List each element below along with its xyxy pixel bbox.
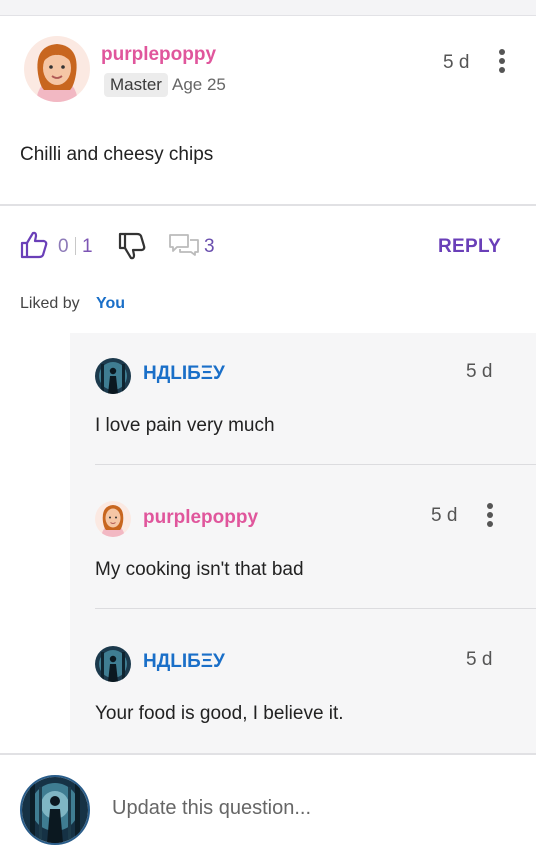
current-user-avatar[interactable] bbox=[20, 775, 90, 845]
reply-time: 5 d bbox=[466, 361, 493, 382]
reply-item: НДLIБΞУ 5 d Your food is good, I believe… bbox=[70, 609, 536, 753]
reply-item: purplepoppy 5 d My cooking isn't that ba… bbox=[70, 465, 536, 609]
comment-count: 3 bbox=[204, 236, 215, 257]
post-text: Chilli and cheesy chips bbox=[20, 144, 214, 165]
count-divider bbox=[75, 237, 76, 255]
user-avatar[interactable] bbox=[24, 36, 90, 102]
top-bar bbox=[0, 0, 536, 16]
reply-text: My cooking isn't that bad bbox=[95, 559, 304, 580]
liked-by-user[interactable]: You bbox=[96, 295, 125, 313]
liked-by-label: Liked by bbox=[20, 295, 80, 312]
reply-time: 5 d bbox=[431, 505, 458, 526]
question-post: purplepoppy Master Age 25 5 d Chilli and… bbox=[0, 16, 536, 206]
user-age: Age 25 bbox=[172, 75, 226, 94]
reply-time: 5 d bbox=[466, 649, 493, 670]
reply-button[interactable]: REPLY bbox=[438, 236, 501, 258]
replies-thread: НДLIБΞУ 5 d I love pain very much purple… bbox=[70, 333, 536, 753]
reply-avatar[interactable] bbox=[95, 646, 131, 682]
comments-icon[interactable] bbox=[168, 233, 200, 262]
reply-username[interactable]: НДLIБΞУ bbox=[143, 363, 225, 385]
update-question-input[interactable] bbox=[112, 793, 512, 823]
reply-avatar[interactable] bbox=[95, 358, 131, 394]
reply-text: I love pain very much bbox=[95, 415, 275, 436]
reply-username[interactable]: purplepoppy bbox=[143, 507, 258, 529]
reply-avatar[interactable] bbox=[95, 501, 131, 537]
thumbs-down-icon[interactable] bbox=[118, 231, 146, 266]
liked-count: 1 bbox=[82, 236, 93, 257]
thumbs-up-icon[interactable] bbox=[20, 230, 48, 265]
more-options-icon[interactable] bbox=[498, 49, 506, 75]
reply-item: НДLIБΞУ 5 d I love pain very much bbox=[70, 333, 536, 465]
answer-composer bbox=[0, 753, 536, 858]
like-count: 0 bbox=[58, 236, 69, 257]
reply-text: Your food is good, I believe it. bbox=[95, 703, 344, 724]
rank-badge: Master bbox=[104, 73, 168, 97]
more-options-icon[interactable] bbox=[486, 503, 494, 529]
reply-username[interactable]: НДLIБΞУ bbox=[143, 651, 225, 673]
post-username[interactable]: purplepoppy bbox=[101, 44, 216, 66]
post-time: 5 d bbox=[443, 52, 470, 73]
